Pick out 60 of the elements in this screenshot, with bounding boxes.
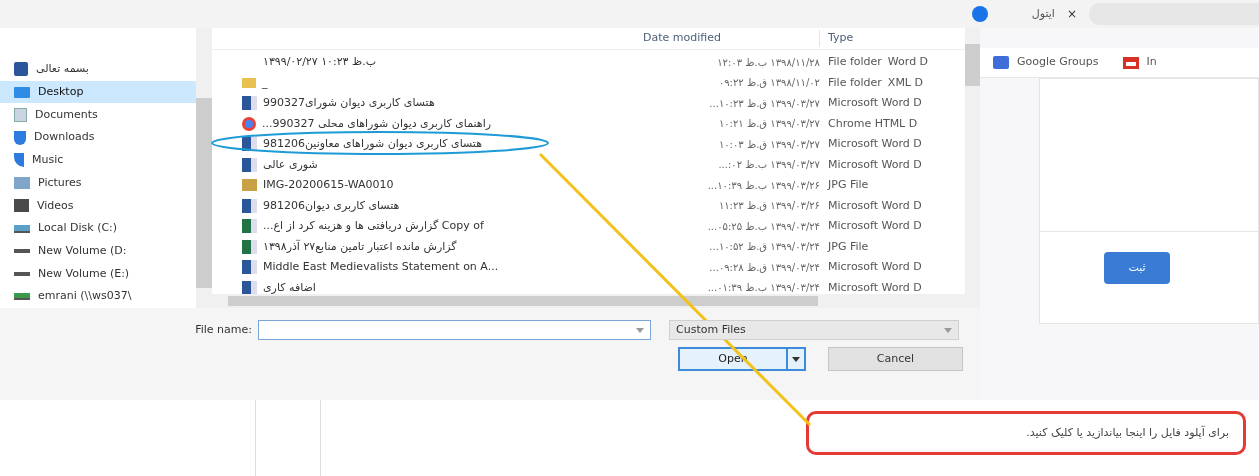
type-cell-text: Microsoft Word D: [827, 136, 922, 152]
column-header[interactable]: Date modified: [635, 30, 820, 47]
date-cell-text: ۱۳۹۹/۰۳/۲۷ ق.ظ ۱۰:۰۳: [717, 137, 820, 152]
type-cell-text: File folder: [827, 54, 882, 70]
date-cell-text: ۱۳۹۹/۰۳/۲۴ ق.ظ ۰۹:۲۸...: [708, 260, 820, 275]
type-cell-text: Microsoft Word D: [827, 218, 922, 234]
file-name[interactable]: _: [262, 74, 268, 91]
type-cell-text: JPG File: [826, 238, 869, 255]
upload-hint[interactable]: برای آپلود فایل را اینجا بیاندازید یا کلیک کنید.: [1026, 424, 1229, 442]
type-cell-text: Microsoft Word D: [827, 197, 922, 214]
date-cell-text: ۱۳۹۹/۰۳/۲۷ ب.ظ ۰۲:...: [717, 158, 820, 173]
file-name[interactable]: IMG-20200615-WA0010: [263, 177, 394, 194]
nav-item[interactable]: Documents: [0, 103, 196, 127]
nav-item[interactable]: New Volume (E:): [0, 262, 196, 286]
file-name[interactable]: 990327هتسای کاربری دیوان شورای: [263, 95, 435, 112]
date-cell-text: ۱۳۹۹/۰۳/۲۴ ق.ظ ۱۰:۵۲...: [708, 240, 820, 255]
file-name[interactable]: 981206هتسای کاربری دیوان: [263, 197, 400, 214]
date-cell-text: ۱۳۹۹/۰۳/۲۶ ب.ظ ۱۰:۳۹...: [706, 178, 820, 193]
nav-item[interactable]: New Volume (D:: [0, 239, 196, 263]
file-name[interactable]: گزارش مانده اعتبار تامین منابع۲۷ آذر۱۳۹۸: [263, 238, 457, 255]
nav-item[interactable]: emrani (\\ws037\: [0, 285, 196, 309]
cancel-button[interactable]: Cancel: [828, 347, 963, 371]
date-cell-text: ۱۳۹۹/۰۳/۲۶ ق.ظ ۱۱:۲۳: [717, 199, 820, 214]
type-cell-text: Microsoft Word D: [827, 156, 922, 173]
bookmark-link[interactable]: Google Groups: [1017, 54, 1099, 71]
nav-item[interactable]: Downloads: [0, 126, 196, 149]
type-cell-text: Microsoft Word D: [827, 279, 922, 294]
file-name[interactable]: ...راهنمای کاربری دیوان شوراهای محلی 990327: [262, 115, 492, 132]
bookmark-link[interactable]: In: [1146, 54, 1157, 71]
file-name[interactable]: Middle East Medievalists Statement on A...: [263, 259, 499, 276]
file-type-dropdown[interactable]: Custom Files: [669, 320, 959, 340]
type-cell-text: JPG File: [826, 177, 869, 193]
file-name[interactable]: 981206هتسای کاربری دیوان شوراهای معاونین: [263, 136, 482, 153]
nav-item[interactable]: Desktop: [0, 80, 196, 104]
date-cell-text: ۱۳۹۸/۱۱/۰۲ ق.ظ ۰۹:۲۲: [717, 76, 820, 91]
file-name[interactable]: ۱۳۹۹/۰۲/۲۷ ب.ظ ۱۰:۲۳: [263, 54, 377, 71]
file-name[interactable]: اضافه کاری: [263, 279, 316, 294]
date-cell-text: ۱۳۹۹/۰۳/۲۴ ب.ظ ۰۱:۳۹...: [706, 281, 820, 294]
submit-button[interactable]: ثبت: [1104, 252, 1170, 284]
close-tab-button[interactable]: ×: [1066, 5, 1077, 23]
file-name[interactable]: شوری عالی: [263, 156, 318, 173]
date-cell-text: ۱۳۹۹/۰۳/۲۷ ق.ظ ۱۰:۲۳...: [708, 96, 820, 111]
nav-item[interactable]: بسمه تعالی: [0, 58, 196, 81]
date-cell-text: ۱۳۹۹/۰۳/۲۷ ق.ظ ۱۰:۲۱: [717, 117, 820, 132]
nav-item[interactable]: Music: [0, 148, 196, 172]
type-cell-text: Microsoft Word D: [827, 259, 922, 275]
date-cell-text: ۱۳۹۸/۱۱/۲۸ ب.ظ ۱۲:۰۳: [716, 55, 820, 70]
nav-item[interactable]: Pictures: [0, 171, 196, 195]
type-cell: XML D: [887, 74, 923, 91]
column-header[interactable]: Type: [820, 30, 854, 47]
type-cell-text: Chrome HTML D: [827, 115, 918, 132]
date-cell-text: ۱۳۹۹/۰۳/۲۴ ب.ظ ۰۵:۲۵...: [706, 219, 820, 234]
type-cell-text: File folder: [827, 74, 882, 91]
tab-title[interactable]: ایتول: [1031, 5, 1055, 23]
type-cell-text: Word D: [887, 54, 929, 70]
nav-item[interactable]: Videos: [0, 194, 196, 218]
file-name[interactable]: ...گزارش دریافتی ها و هزینه کرد از اع Copy of: [263, 218, 484, 235]
type-cell-text: Microsoft Word D: [827, 95, 922, 111]
nav-item[interactable]: Local Disk (C:): [0, 217, 196, 240]
file-name-label: File name:: [194, 321, 253, 338]
